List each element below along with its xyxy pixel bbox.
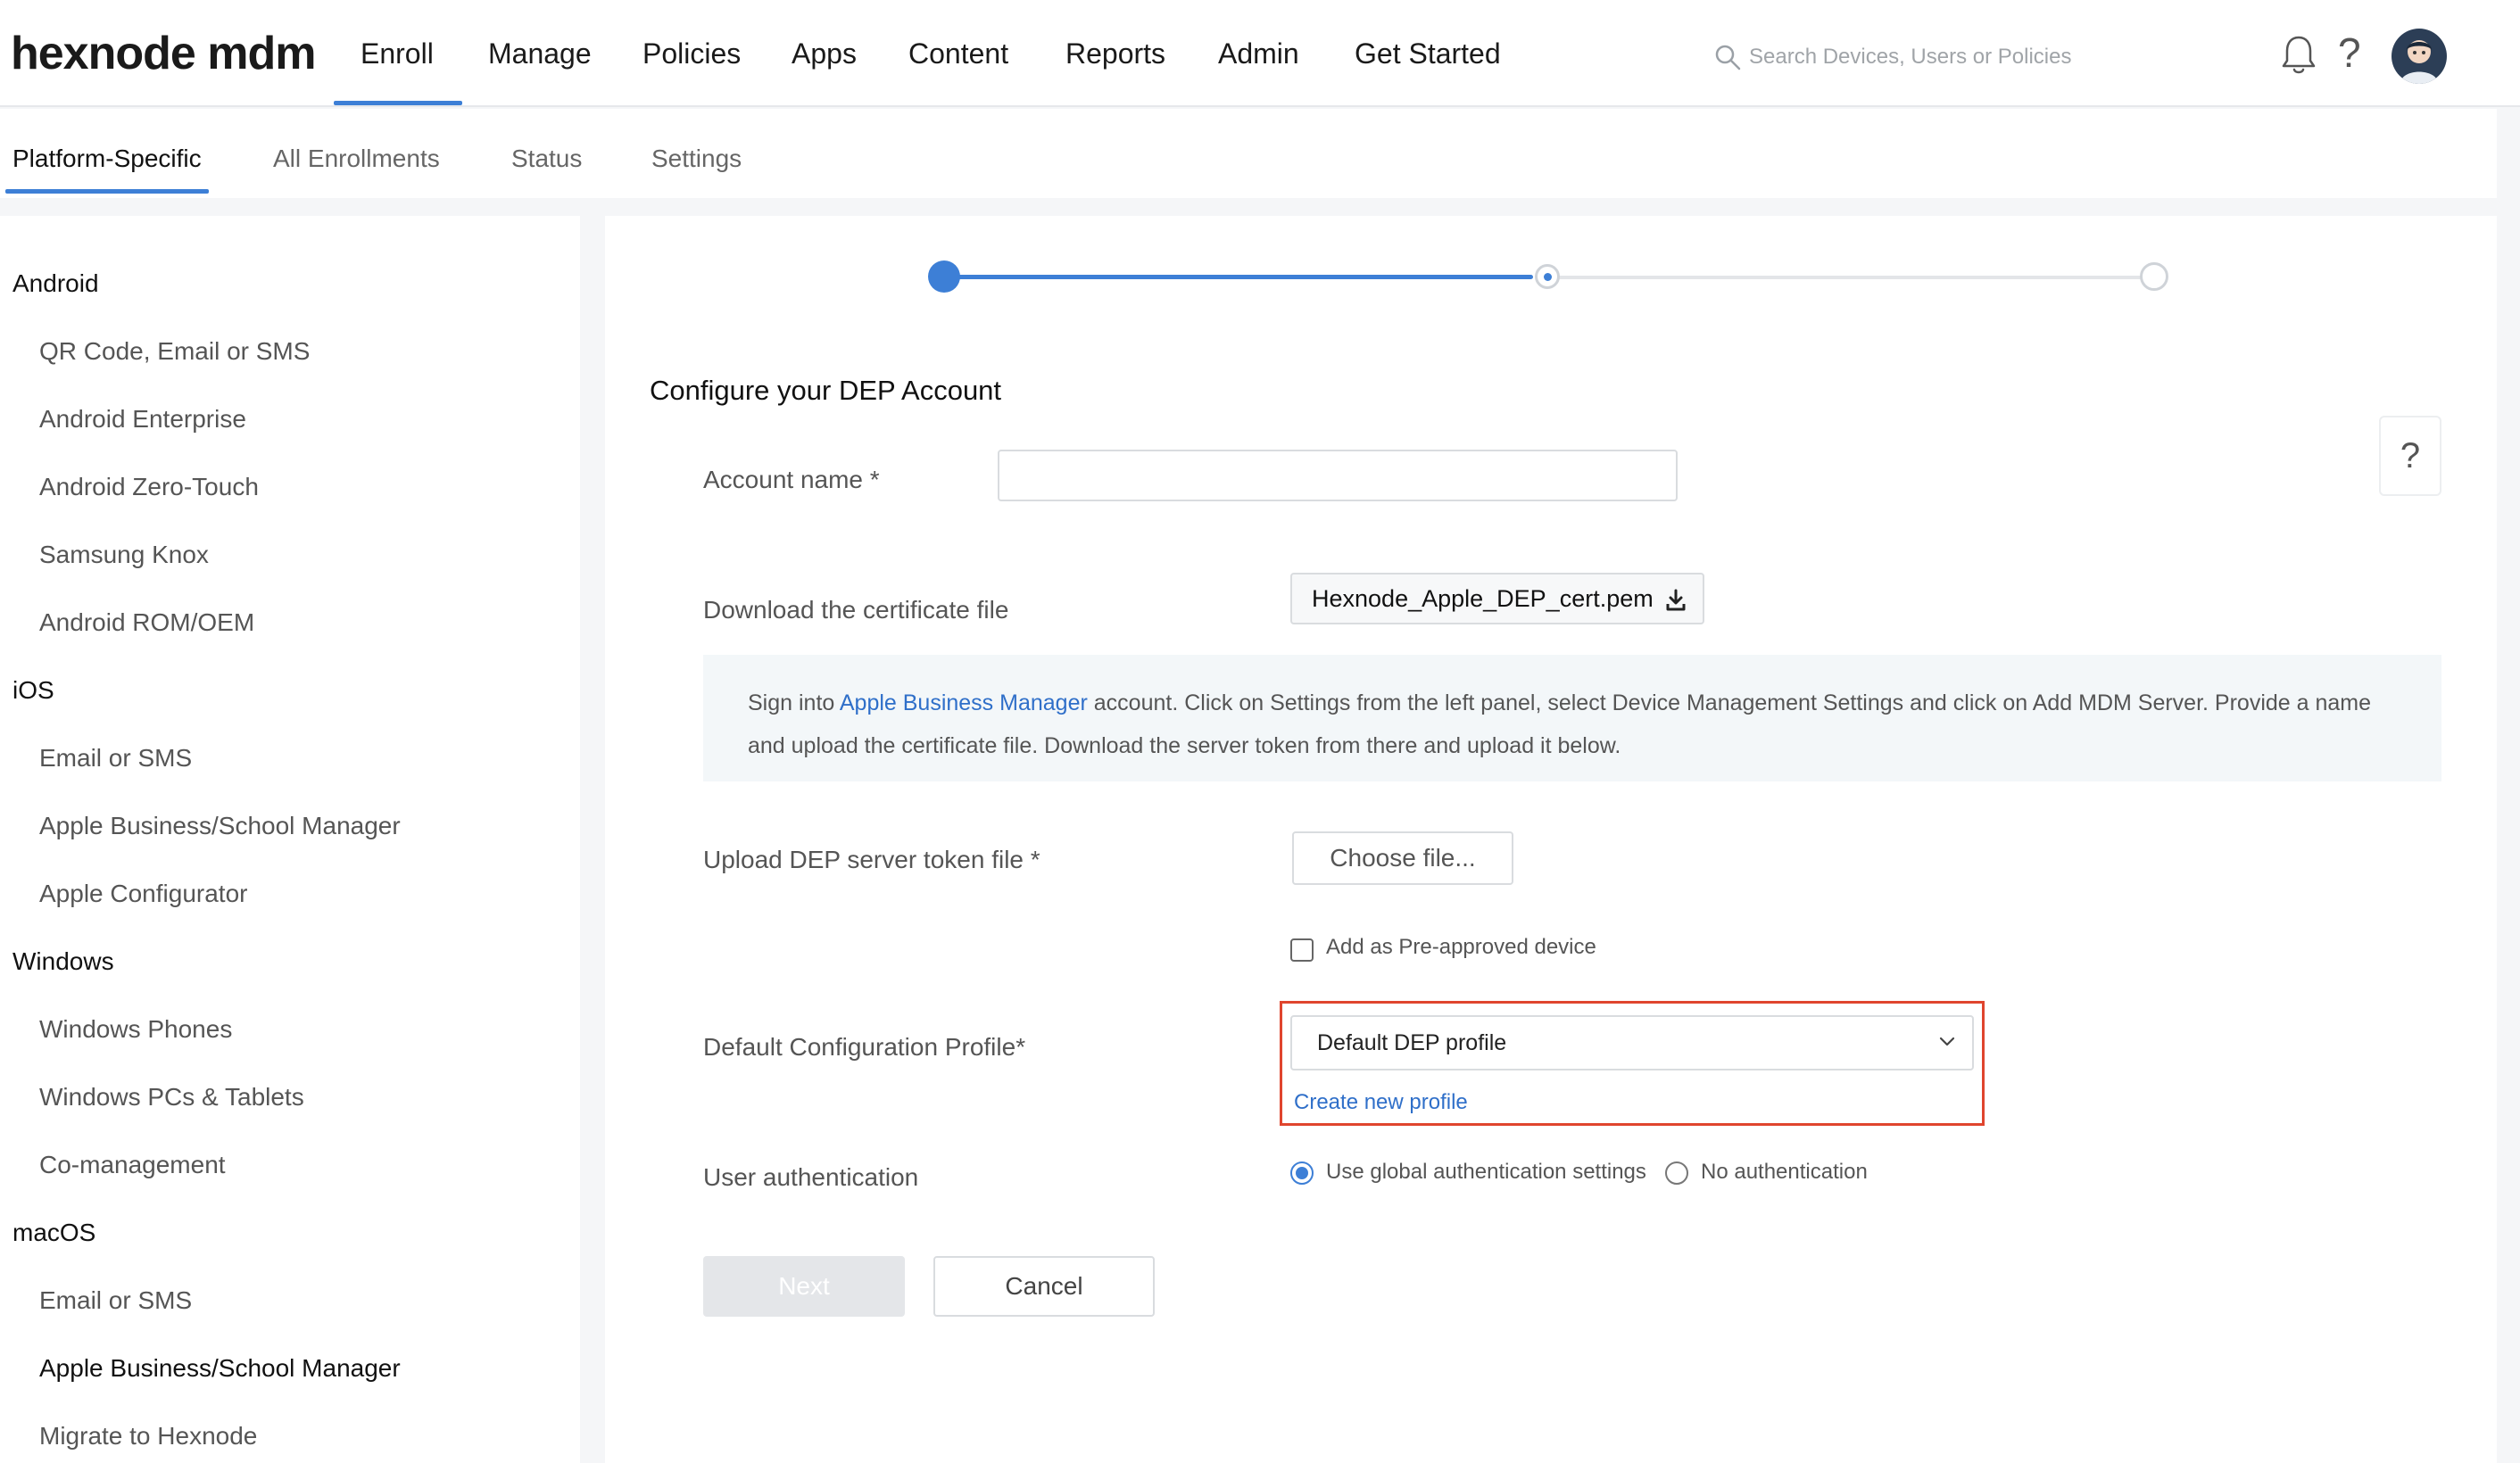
stepper-progress-done bbox=[944, 275, 1533, 279]
sidebar-item-windows-pcs[interactable]: Windows PCs & Tablets bbox=[39, 1083, 304, 1112]
tab-status[interactable]: Status bbox=[511, 145, 582, 173]
account-name-label: Account name * bbox=[703, 466, 880, 493]
instructions-line-1-rest: account. Click on Settings from the left… bbox=[1087, 690, 2372, 715]
sidebar-item-windows-phones[interactable]: Windows Phones bbox=[39, 1015, 232, 1044]
nav-apps[interactable]: Apps bbox=[792, 37, 857, 70]
hexnode-logo[interactable]: hexnode mdm bbox=[11, 27, 316, 80]
sidebar-item-macos-abm[interactable]: Apple Business/School Manager bbox=[39, 1354, 401, 1383]
tab-all-enrollments[interactable]: All Enrollments bbox=[273, 145, 440, 173]
chevron-down-icon bbox=[1939, 1037, 1955, 1046]
sidebar-item-ios-email-sms[interactable]: Email or SMS bbox=[39, 744, 192, 773]
search-icon[interactable] bbox=[1713, 43, 1742, 71]
radio-global-auth[interactable] bbox=[1290, 1161, 1314, 1185]
download-icon bbox=[1666, 589, 1686, 611]
default-profile-selected: Default DEP profile bbox=[1317, 1030, 1507, 1055]
radio-no-auth[interactable] bbox=[1665, 1161, 1688, 1185]
sidebar-group-ios[interactable]: iOS bbox=[12, 676, 54, 705]
nav-manage[interactable]: Manage bbox=[488, 37, 592, 70]
nav-active-indicator bbox=[334, 101, 462, 105]
create-new-profile-link[interactable]: Create new profile bbox=[1294, 1090, 1468, 1115]
radio-global-auth-label[interactable]: Use global authentication settings bbox=[1326, 1160, 1646, 1185]
sidebar-item-android-rom-oem[interactable]: Android ROM/OEM bbox=[39, 608, 254, 637]
sidebar-item-android-qr[interactable]: QR Code, Email or SMS bbox=[39, 337, 310, 366]
sidebar-item-android-enterprise[interactable]: Android Enterprise bbox=[39, 405, 246, 434]
nav-enroll[interactable]: Enroll bbox=[361, 37, 434, 70]
sidebar-item-android-zero-touch[interactable]: Android Zero-Touch bbox=[39, 473, 259, 501]
sidebar-item-macos-email-sms[interactable]: Email or SMS bbox=[39, 1286, 192, 1315]
nav-get-started[interactable]: Get Started bbox=[1355, 37, 1501, 70]
sidebar-item-apple-configurator[interactable]: Apple Configurator bbox=[39, 880, 247, 908]
preapproved-label[interactable]: Add as Pre-approved device bbox=[1326, 935, 1596, 960]
help-icon[interactable]: ? bbox=[2338, 29, 2361, 77]
subtab-active-indicator bbox=[5, 189, 209, 194]
sidebar-group-windows[interactable]: Windows bbox=[12, 947, 114, 976]
tab-settings[interactable]: Settings bbox=[651, 145, 742, 173]
stepper-progress-remaining bbox=[1553, 276, 2142, 279]
form-title: Configure your DEP Account bbox=[650, 375, 1002, 406]
dep-instructions-box: Sign into Apple Business Manager account… bbox=[703, 655, 2441, 781]
certificate-file-name: Hexnode_Apple_DEP_cert.pem bbox=[1312, 585, 1654, 612]
sidebar-group-android[interactable]: Android bbox=[12, 269, 99, 298]
apple-business-manager-link[interactable]: Apple Business Manager bbox=[840, 690, 1088, 715]
nav-content[interactable]: Content bbox=[908, 37, 1008, 70]
next-button[interactable]: Next bbox=[703, 1256, 905, 1317]
stepper-step-2 bbox=[1535, 264, 1560, 289]
default-profile-label: Default Configuration Profile* bbox=[703, 1033, 1026, 1061]
avatar[interactable] bbox=[2392, 29, 2447, 84]
nav-admin[interactable]: Admin bbox=[1218, 37, 1299, 70]
search-input[interactable] bbox=[1749, 39, 2159, 75]
sub-tab-bar: Platform-Specific All Enrollments Status… bbox=[0, 109, 2497, 198]
sidebar-item-samsung-knox[interactable]: Samsung Knox bbox=[39, 541, 209, 569]
sidebar-item-co-management[interactable]: Co-management bbox=[39, 1151, 226, 1179]
sidebar-group-macos[interactable]: macOS bbox=[12, 1219, 95, 1247]
sidebar-item-ios-abm[interactable]: Apple Business/School Manager bbox=[39, 812, 401, 840]
download-certificate-button[interactable]: Hexnode_Apple_DEP_cert.pem bbox=[1290, 573, 1704, 624]
instructions-line-2: and upload the certificate file. Downloa… bbox=[748, 733, 1621, 758]
nav-policies[interactable]: Policies bbox=[642, 37, 741, 70]
nav-reports[interactable]: Reports bbox=[1065, 37, 1165, 70]
stepper-current-dot bbox=[1544, 273, 1552, 281]
account-name-input[interactable] bbox=[998, 450, 1678, 501]
preapproved-checkbox[interactable] bbox=[1290, 938, 1314, 962]
help-button[interactable]: ? bbox=[2379, 416, 2441, 496]
user-authentication-label: User authentication bbox=[703, 1163, 919, 1191]
download-certificate-label: Download the certificate file bbox=[703, 596, 1009, 624]
cancel-button[interactable]: Cancel bbox=[933, 1256, 1155, 1317]
bell-icon[interactable] bbox=[2279, 34, 2318, 77]
sidebar-item-migrate-hexnode[interactable]: Migrate to Hexnode bbox=[39, 1422, 257, 1451]
choose-file-button[interactable]: Choose file... bbox=[1292, 831, 1513, 885]
top-navigation-bar: hexnode mdm Enroll Manage Policies Apps … bbox=[0, 0, 2520, 107]
upload-token-label: Upload DEP server token file * bbox=[703, 846, 1040, 873]
instructions-line-1: Sign into Apple Business Manager account… bbox=[748, 682, 2397, 724]
stepper-step-1 bbox=[928, 260, 960, 293]
instructions-prefix: Sign into bbox=[748, 690, 840, 715]
radio-no-auth-label[interactable]: No authentication bbox=[1701, 1160, 1868, 1185]
user-avatar-icon bbox=[2400, 40, 2438, 84]
default-profile-select[interactable]: Default DEP profile bbox=[1290, 1015, 1974, 1070]
stepper-step-3 bbox=[2140, 262, 2168, 291]
tab-platform-specific[interactable]: Platform-Specific bbox=[12, 145, 202, 173]
